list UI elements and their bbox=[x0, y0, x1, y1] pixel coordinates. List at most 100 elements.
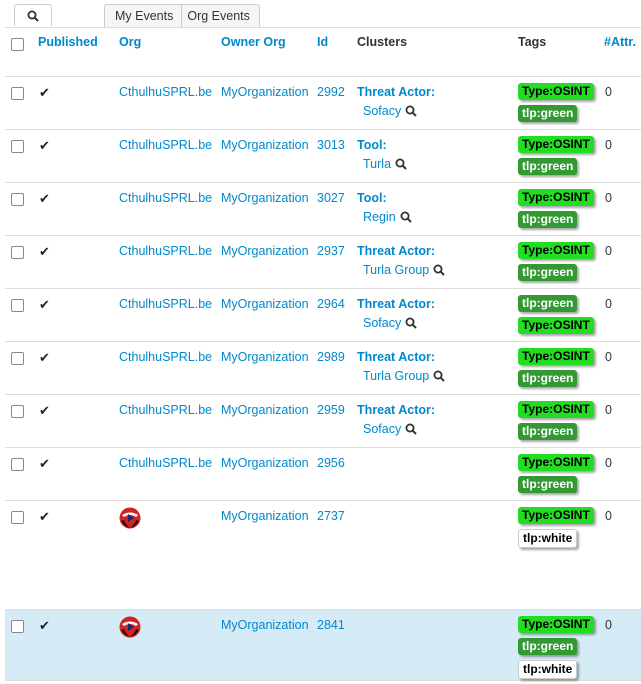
tag-badge[interactable]: Type:OSINT bbox=[518, 189, 594, 206]
search-icon[interactable] bbox=[400, 211, 412, 223]
tag-badge[interactable]: tlp:green bbox=[518, 638, 578, 655]
org-link[interactable]: CthulhuSPRL.be bbox=[119, 456, 212, 470]
row-checkbox[interactable] bbox=[11, 140, 24, 153]
event-id-link[interactable]: 2992 bbox=[317, 85, 345, 99]
table-row[interactable]: ✔ CthulhuSPRL.be MyOrganization 2959 Threat … bbox=[5, 395, 641, 448]
org-link[interactable]: CthulhuSPRL.be bbox=[119, 191, 212, 205]
search-icon[interactable] bbox=[405, 105, 417, 117]
search-icon[interactable] bbox=[405, 317, 417, 329]
tag-badge[interactable]: tlp:green bbox=[518, 264, 578, 281]
event-id-link[interactable]: 3013 bbox=[317, 138, 345, 152]
tag-badge[interactable]: tlp:green bbox=[518, 158, 578, 175]
org-logo-icon[interactable] bbox=[119, 616, 141, 638]
org-link[interactable]: CthulhuSPRL.be bbox=[119, 297, 212, 311]
row-checkbox[interactable] bbox=[11, 193, 24, 206]
table-row[interactable]: ✔ CthulhuSPRL.be MyOrganization 3013 Tool: Tu… bbox=[5, 130, 641, 183]
org-link[interactable]: CthulhuSPRL.be bbox=[119, 244, 212, 258]
owner-org-link[interactable]: MyOrganization bbox=[221, 509, 309, 523]
cluster-value[interactable]: Turla Group bbox=[363, 369, 445, 383]
event-id-link[interactable]: 3027 bbox=[317, 191, 345, 205]
owner-org-link[interactable]: MyOrganization bbox=[221, 138, 309, 152]
row-checkbox[interactable] bbox=[11, 620, 24, 633]
tag-badge[interactable]: Type:OSINT bbox=[518, 83, 594, 100]
cluster-value-label[interactable]: Turla Group bbox=[363, 263, 429, 277]
column-header-published[interactable]: Published bbox=[38, 35, 98, 49]
column-header-owner-org[interactable]: Owner Org bbox=[221, 35, 286, 49]
cluster-value[interactable]: Regin bbox=[363, 210, 412, 224]
row-checkbox[interactable] bbox=[11, 246, 24, 259]
event-id-link[interactable]: 2989 bbox=[317, 350, 345, 364]
event-id-link[interactable]: 2937 bbox=[317, 244, 345, 258]
tag-badge[interactable]: tlp:green bbox=[518, 423, 578, 440]
tag-badge[interactable]: Type:OSINT bbox=[518, 401, 594, 418]
cluster-value[interactable]: Sofacy bbox=[363, 422, 417, 436]
row-checkbox[interactable] bbox=[11, 458, 24, 471]
tag-badge[interactable]: tlp:green bbox=[518, 295, 578, 312]
event-id-link[interactable]: 2964 bbox=[317, 297, 345, 311]
tag-badge[interactable]: Type:OSINT bbox=[518, 454, 594, 471]
cluster-value[interactable]: Sofacy bbox=[363, 104, 417, 118]
tag-badge[interactable]: Type:OSINT bbox=[518, 348, 594, 365]
table-row[interactable]: ✔ CthulhuSPRL.be MyOrganization 2992 Threat … bbox=[5, 77, 641, 130]
table-row[interactable]: ✔ CthulhuSPRL.be MyOrganization 2937 Threat … bbox=[5, 236, 641, 289]
table-row[interactable]: ✔ CthulhuSPRL.be MyOrganization 2956 Type:OS… bbox=[5, 448, 641, 501]
search-icon[interactable] bbox=[405, 423, 417, 435]
tag-badge[interactable]: tlp:green bbox=[518, 476, 578, 493]
org-logo-icon[interactable] bbox=[119, 507, 141, 529]
cluster-value-label[interactable]: Sofacy bbox=[363, 104, 401, 118]
tag-badge[interactable]: Type:OSINT bbox=[518, 507, 594, 524]
owner-org-link[interactable]: MyOrganization bbox=[221, 244, 309, 258]
table-row[interactable]: ✔ CthulhuSPRL.be MyOrganization 2989 Threat … bbox=[5, 342, 641, 395]
owner-org-link[interactable]: MyOrganization bbox=[221, 456, 309, 470]
org-link[interactable]: CthulhuSPRL.be bbox=[119, 403, 212, 417]
row-checkbox[interactable] bbox=[11, 87, 24, 100]
table-row[interactable]: ✔ MyOrganization 2841 Type:OSINT tlp:green tl… bbox=[5, 610, 641, 681]
tag-badge[interactable]: Type:OSINT bbox=[518, 242, 594, 259]
event-id-link[interactable]: 2841 bbox=[317, 618, 345, 632]
cluster-value-label[interactable]: Regin bbox=[363, 210, 396, 224]
tab-my-events[interactable]: My Events bbox=[104, 4, 183, 27]
row-checkbox[interactable] bbox=[11, 511, 24, 524]
tag-badge[interactable]: tlp:white bbox=[518, 660, 578, 679]
column-header-org[interactable]: Org bbox=[119, 35, 141, 49]
owner-org-link[interactable]: MyOrganization bbox=[221, 191, 309, 205]
owner-org-link[interactable]: MyOrganization bbox=[221, 403, 309, 417]
search-icon[interactable] bbox=[433, 264, 445, 276]
tab-org-events[interactable]: Org Events bbox=[181, 4, 260, 27]
search-icon[interactable] bbox=[433, 370, 445, 382]
org-link[interactable]: CthulhuSPRL.be bbox=[119, 138, 212, 152]
row-checkbox[interactable] bbox=[11, 299, 24, 312]
owner-org-link[interactable]: MyOrganization bbox=[221, 618, 309, 632]
tag-badge[interactable]: Type:OSINT bbox=[518, 317, 594, 334]
tag-badge[interactable]: tlp:green bbox=[518, 105, 578, 122]
owner-org-link[interactable]: MyOrganization bbox=[221, 350, 309, 364]
event-id-link[interactable]: 2959 bbox=[317, 403, 345, 417]
cluster-value-label[interactable]: Sofacy bbox=[363, 422, 401, 436]
tag-badge[interactable]: Type:OSINT bbox=[518, 616, 594, 633]
tag-badge[interactable]: tlp:green bbox=[518, 370, 578, 387]
search-icon[interactable] bbox=[395, 158, 407, 170]
search-button[interactable] bbox=[14, 4, 52, 26]
event-id-link[interactable]: 2956 bbox=[317, 456, 345, 470]
table-row[interactable]: ✔ CthulhuSPRL.be MyOrganization 3027 Tool: Re… bbox=[5, 183, 641, 236]
cluster-value[interactable]: Turla bbox=[363, 157, 407, 171]
cluster-value-label[interactable]: Turla Group bbox=[363, 369, 429, 383]
column-header-id[interactable]: Id bbox=[317, 35, 328, 49]
org-link[interactable]: CthulhuSPRL.be bbox=[119, 350, 212, 364]
select-all-checkbox[interactable] bbox=[11, 38, 24, 51]
cluster-value[interactable]: Sofacy bbox=[363, 316, 417, 330]
table-row[interactable]: ✔ CthulhuSPRL.be MyOrganization 2964 Threat … bbox=[5, 289, 641, 342]
cluster-value[interactable]: Turla Group bbox=[363, 263, 445, 277]
tag-badge[interactable]: tlp:green bbox=[518, 211, 578, 228]
org-link[interactable]: CthulhuSPRL.be bbox=[119, 85, 212, 99]
owner-org-link[interactable]: MyOrganization bbox=[221, 297, 309, 311]
column-header-attr-count[interactable]: #Attr. bbox=[604, 35, 636, 49]
cluster-value-label[interactable]: Sofacy bbox=[363, 316, 401, 330]
tag-badge[interactable]: tlp:white bbox=[518, 529, 578, 548]
tag-badge[interactable]: Type:OSINT bbox=[518, 136, 594, 153]
owner-org-link[interactable]: MyOrganization bbox=[221, 85, 309, 99]
row-checkbox[interactable] bbox=[11, 405, 24, 418]
event-id-link[interactable]: 2737 bbox=[317, 509, 345, 523]
cluster-value-label[interactable]: Turla bbox=[363, 157, 391, 171]
table-row[interactable]: ✔ MyOrganization 2737 Type:OSINT tlp:white 0 bbox=[5, 501, 641, 610]
